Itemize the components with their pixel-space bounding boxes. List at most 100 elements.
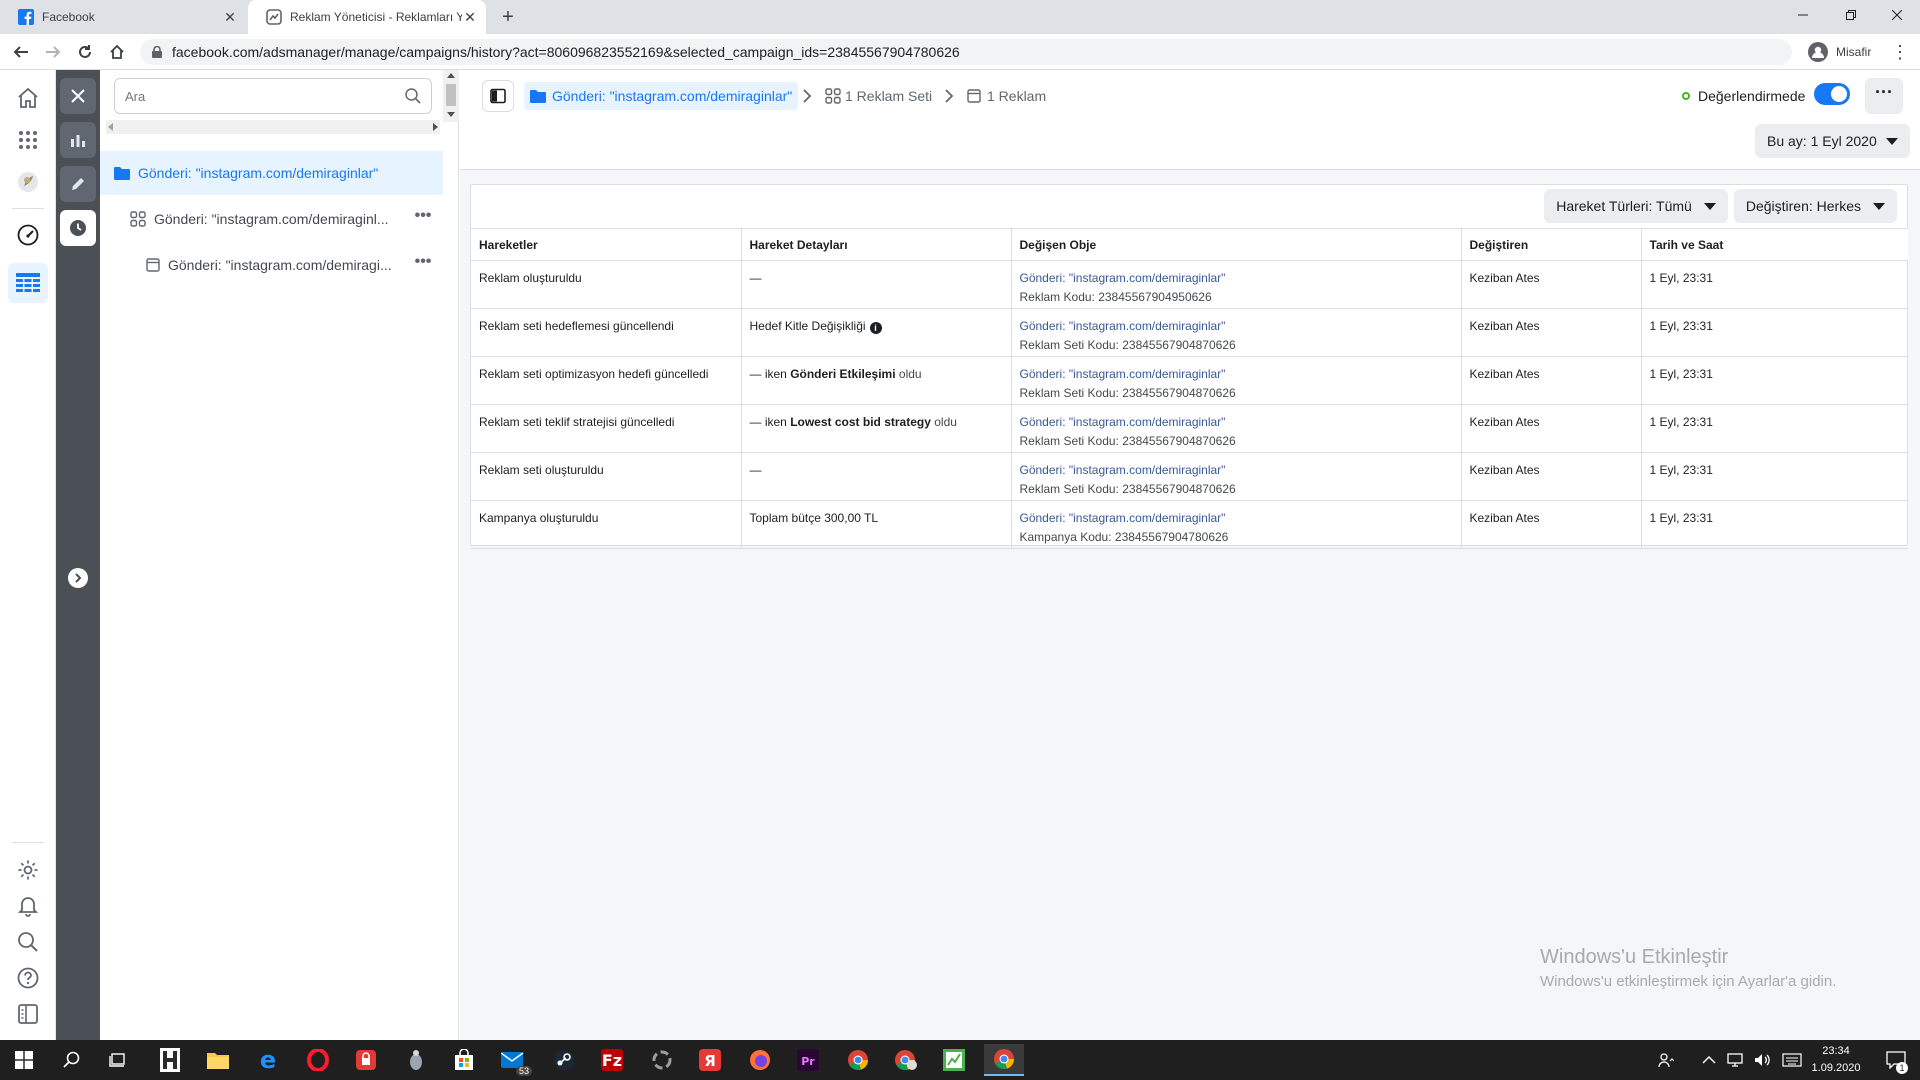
reload-icon[interactable] [74,41,96,63]
apps-grid-icon[interactable] [14,126,42,154]
kebab-menu-icon[interactable]: ⋮ [1890,41,1910,63]
breadcrumb-campaign[interactable]: Gönderi: "instagram.com/demiraginlar" [524,82,799,110]
file-explorer-icon[interactable] [198,1044,238,1076]
new-tab-button[interactable]: + [497,6,519,28]
account-avatar[interactable] [14,168,42,196]
network-icon[interactable] [1726,1053,1744,1067]
volume-icon[interactable] [1754,1053,1772,1067]
yandex-icon[interactable]: Я [690,1044,730,1076]
horizontal-scrollbar[interactable] [106,120,440,134]
object-link[interactable]: Gönderi: "instagram.com/demiraginlar" [1020,365,1453,384]
profile-button[interactable]: Misafir [1800,39,1879,65]
breadcrumb-adset[interactable]: 1 Reklam Seti [825,82,932,110]
column-header[interactable]: Tarih ve Saat [1641,228,1908,261]
more-options-icon[interactable]: ••• [409,254,437,275]
history-clock-icon[interactable] [60,210,96,246]
detail-prefix: — iken [749,367,791,381]
home-icon[interactable] [106,41,128,63]
chrome-icon[interactable] [838,1044,878,1076]
tab-facebook[interactable]: Facebook ✕ [0,0,246,34]
table-icon[interactable] [8,263,48,303]
more-options-button[interactable]: ··· [1865,78,1903,114]
search-icon[interactable] [14,928,42,956]
address-bar[interactable]: facebook.com/adsmanager/manage/campaigns… [140,39,1792,65]
svg-text:e: e [260,1049,276,1071]
bar-chart-icon[interactable] [60,122,96,158]
edge-icon[interactable]: e [248,1044,288,1076]
scroll-right-arrow-icon[interactable] [432,123,438,131]
close-window-icon[interactable] [1874,0,1920,30]
tree-search-input[interactable] [125,88,405,104]
chrome-active-icon[interactable] [984,1044,1024,1076]
detail-cell: — [741,452,1012,501]
object-link[interactable]: Gönderi: "instagram.com/demiraginlar" [1020,317,1453,336]
scroll-up-arrow-icon[interactable] [447,72,455,78]
minimize-icon[interactable] [1780,0,1826,30]
app-chart-icon[interactable] [934,1044,974,1076]
column-header[interactable]: Hareketler [471,228,742,261]
close-icon[interactable] [60,78,96,114]
windows-start-icon[interactable] [4,1044,44,1076]
date-range-button[interactable]: Bu ay: 1 Eyl 2020 [1755,124,1910,158]
home-icon[interactable] [14,84,42,112]
app-h-icon[interactable] [150,1044,190,1076]
pencil-icon[interactable] [60,166,96,202]
toggle-panel-icon[interactable] [482,80,514,112]
app-bug-icon[interactable] [396,1044,436,1076]
ad-page-icon [146,258,160,272]
object-link[interactable]: Gönderi: "instagram.com/demiraginlar" [1020,509,1453,528]
task-view-icon[interactable] [98,1044,138,1076]
action-types-filter[interactable]: Hareket Türleri: Tümü [1544,189,1728,223]
column-header[interactable]: Değiştiren [1461,228,1642,261]
breadcrumb-ad[interactable]: 1 Reklam [967,82,1046,110]
close-icon[interactable]: ✕ [222,9,238,26]
keyboard-icon[interactable] [1782,1053,1802,1067]
object-link[interactable]: Gönderi: "instagram.com/demiraginlar" [1020,461,1453,480]
tree-search-box[interactable] [114,78,432,114]
close-icon[interactable]: ✕ [462,9,478,26]
settings-icon[interactable] [14,856,42,884]
changed-by-filter[interactable]: Değiştiren: Herkes [1733,189,1897,223]
tree-item-campaign[interactable]: Gönderi: "instagram.com/demiraginlar" [100,151,443,195]
tree-item-adset[interactable]: Gönderi: "instagram.com/demiraginl... ••… [100,197,443,241]
tree-item-ad[interactable]: Gönderi: "instagram.com/demiragi... ••• [100,243,443,287]
expand-chevron-icon[interactable] [68,568,88,588]
info-icon[interactable]: i [869,322,882,334]
dashboard-gauge-icon[interactable] [14,221,42,249]
vertical-scrollbar[interactable] [443,70,459,122]
opera-icon[interactable] [298,1044,338,1076]
store-icon[interactable] [444,1044,484,1076]
more-options-icon[interactable]: ••• [409,208,437,229]
scroll-left-arrow-icon[interactable] [108,123,114,131]
app-red-icon[interactable] [346,1044,386,1076]
back-arrow-icon[interactable] [10,41,32,63]
scroll-thumb[interactable] [446,84,456,106]
scroll-down-arrow-icon[interactable] [447,112,455,118]
people-icon[interactable] [1658,1052,1674,1068]
search-icon[interactable] [405,88,421,104]
help-icon[interactable] [14,964,42,992]
object-link[interactable]: Gönderi: "instagram.com/demiraginlar" [1020,413,1453,432]
search-icon[interactable] [52,1044,92,1076]
restore-icon[interactable] [1828,0,1874,30]
ad-page-icon [967,89,981,103]
app-circle-icon[interactable] [642,1044,682,1076]
filezilla-icon[interactable]: Fz [592,1044,632,1076]
panel-icon[interactable] [14,1000,42,1028]
chrome-profile-icon[interactable] [886,1044,926,1076]
mail-icon[interactable]: 53 [494,1044,534,1076]
object-link[interactable]: Gönderi: "instagram.com/demiraginlar" [1020,269,1453,288]
forward-arrow-icon[interactable] [42,41,64,63]
activity-history-table: Hareketler Hareket Detayları Değişen Obj… [471,228,1908,549]
campaign-toggle[interactable] [1814,83,1850,105]
premiere-icon[interactable]: Pr [788,1044,828,1076]
tab-ads-manager[interactable]: Reklam Yöneticisi - Reklamları Yö ✕ [248,0,486,34]
steam-icon[interactable] [544,1044,584,1076]
chevron-up-icon[interactable] [1702,1055,1716,1065]
column-header[interactable]: Değişen Obje [1011,228,1462,261]
firefox-icon[interactable] [740,1044,780,1076]
notification-center-icon[interactable]: 1 [1876,1044,1916,1076]
column-header[interactable]: Hareket Detayları [741,228,1012,261]
taskbar-clock[interactable]: 23:34 1.09.2020 [1806,1043,1866,1077]
bell-icon[interactable] [14,892,42,920]
